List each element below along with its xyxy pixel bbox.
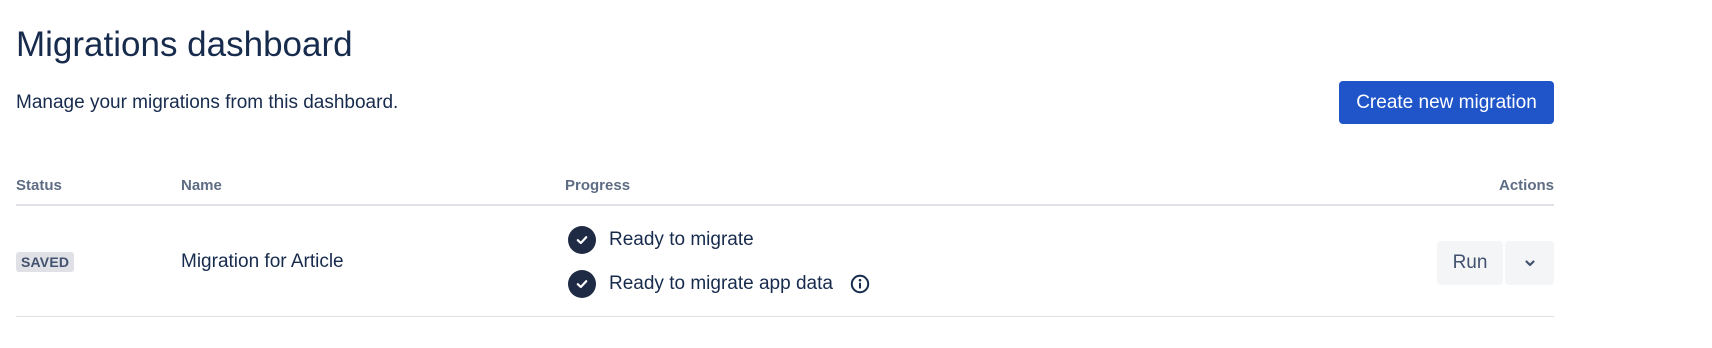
page-title: Migrations dashboard <box>16 25 353 64</box>
page-description: Manage your migrations from this dashboa… <box>16 92 399 113</box>
check-circle-icon <box>568 270 596 298</box>
info-icon[interactable] <box>850 274 870 294</box>
migration-name: Migration for Article <box>181 251 344 272</box>
table-row: SAVED Migration for Article Ready to mig… <box>16 206 1554 317</box>
progress-item: Ready to migrate app data <box>568 270 870 298</box>
create-new-migration-button[interactable]: Create new migration <box>1339 81 1554 124</box>
column-header-name: Name <box>181 177 222 194</box>
progress-label: Ready to migrate <box>609 229 754 250</box>
chevron-down-icon <box>1523 256 1537 270</box>
column-header-status: Status <box>16 177 62 194</box>
status-badge: SAVED <box>16 252 75 272</box>
check-circle-icon <box>568 226 596 254</box>
migrations-table: Status Name Progress Actions SAVED Migra… <box>16 170 1554 317</box>
progress-label: Ready to migrate app data <box>609 273 833 294</box>
table-header: Status Name Progress Actions <box>16 170 1554 206</box>
progress-item: Ready to migrate <box>568 226 754 254</box>
column-header-actions: Actions <box>1498 177 1554 194</box>
run-button[interactable]: Run <box>1437 241 1503 285</box>
column-header-progress: Progress <box>565 177 631 194</box>
more-actions-button[interactable] <box>1505 241 1554 285</box>
